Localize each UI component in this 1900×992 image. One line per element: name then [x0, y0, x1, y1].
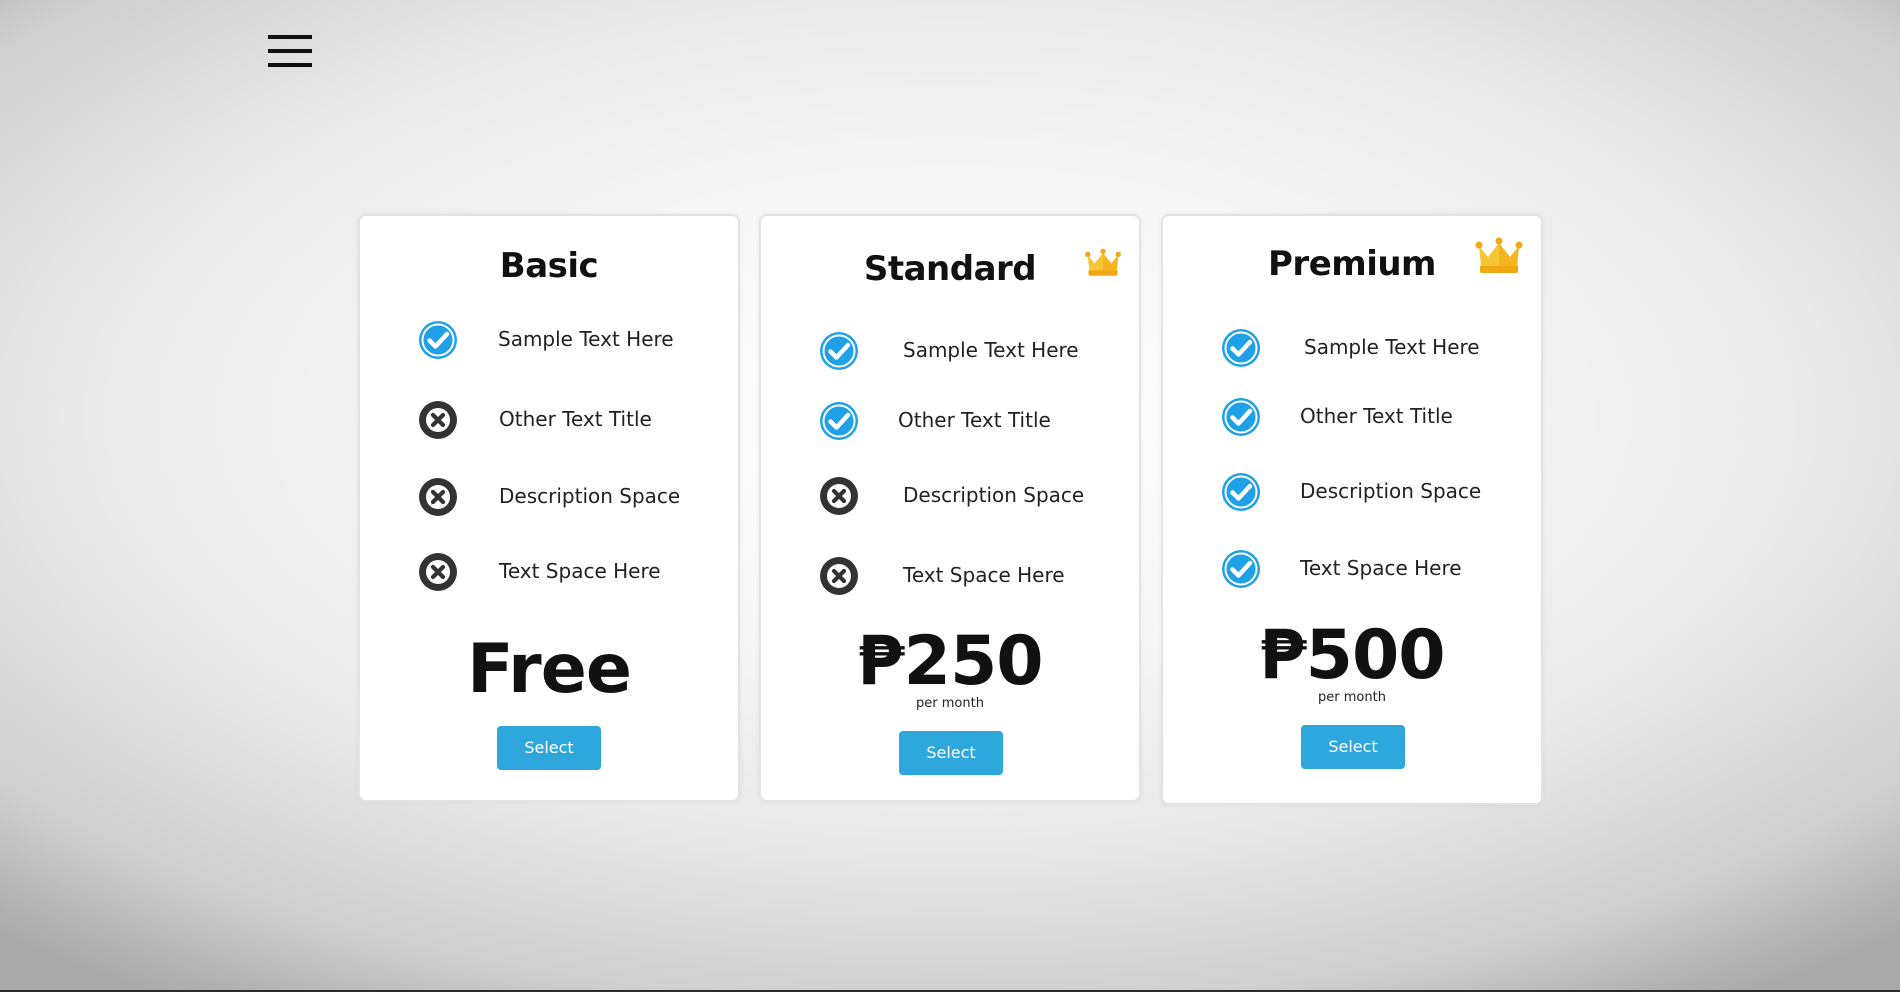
select-button[interactable]: Select [899, 731, 1003, 775]
check-circle-icon [819, 401, 859, 441]
feature-label: Other Text Title [898, 408, 1051, 432]
menu-bar [268, 35, 312, 39]
pricing-card-premium: Premium Sample Text Here Other Text Titl… [1161, 214, 1543, 805]
pricing-card-standard: Standard Sample Text Here Other Text Tit… [759, 214, 1141, 802]
feature-label: Other Text Title [499, 407, 652, 431]
feature-label: Description Space [1300, 479, 1482, 503]
feature-label: Sample Text Here [903, 338, 1079, 362]
hamburger-menu-icon[interactable] [268, 33, 312, 69]
x-circle-icon [819, 556, 859, 596]
pricing-card-basic: Basic Sample Text Here Other Text Title … [358, 214, 740, 802]
feature-label: Sample Text Here [1304, 335, 1480, 359]
check-circle-icon [1221, 328, 1261, 368]
crown-icon [1083, 246, 1123, 278]
feature-label: Text Space Here [499, 559, 661, 583]
feature-label: Description Space [903, 483, 1085, 507]
price-period: per month [916, 696, 984, 711]
feature-label: Text Space Here [1300, 556, 1462, 580]
select-button[interactable]: Select [1301, 725, 1405, 769]
select-button[interactable]: Select [497, 726, 601, 770]
x-circle-icon [418, 400, 458, 440]
crown-icon [1473, 234, 1525, 276]
feature-label: Sample Text Here [498, 327, 674, 351]
plan-price: ₱250 [857, 622, 1043, 701]
feature-label: Description Space [499, 484, 681, 508]
plan-price: Free [467, 630, 632, 709]
plan-price: ₱500 [1259, 616, 1445, 695]
feature-label: Text Space Here [903, 563, 1065, 587]
menu-bar [268, 63, 312, 67]
x-circle-icon [418, 552, 458, 592]
feature-label: Other Text Title [1300, 404, 1453, 428]
price-period: per month [1318, 690, 1386, 705]
x-circle-icon [819, 476, 859, 516]
check-circle-icon [1221, 549, 1261, 589]
x-circle-icon [418, 477, 458, 517]
check-circle-icon [1221, 472, 1261, 512]
check-circle-icon [418, 320, 458, 360]
check-circle-icon [819, 331, 859, 371]
plan-title: Basic [499, 246, 599, 286]
check-circle-icon [1221, 397, 1261, 437]
menu-bar [268, 49, 312, 53]
